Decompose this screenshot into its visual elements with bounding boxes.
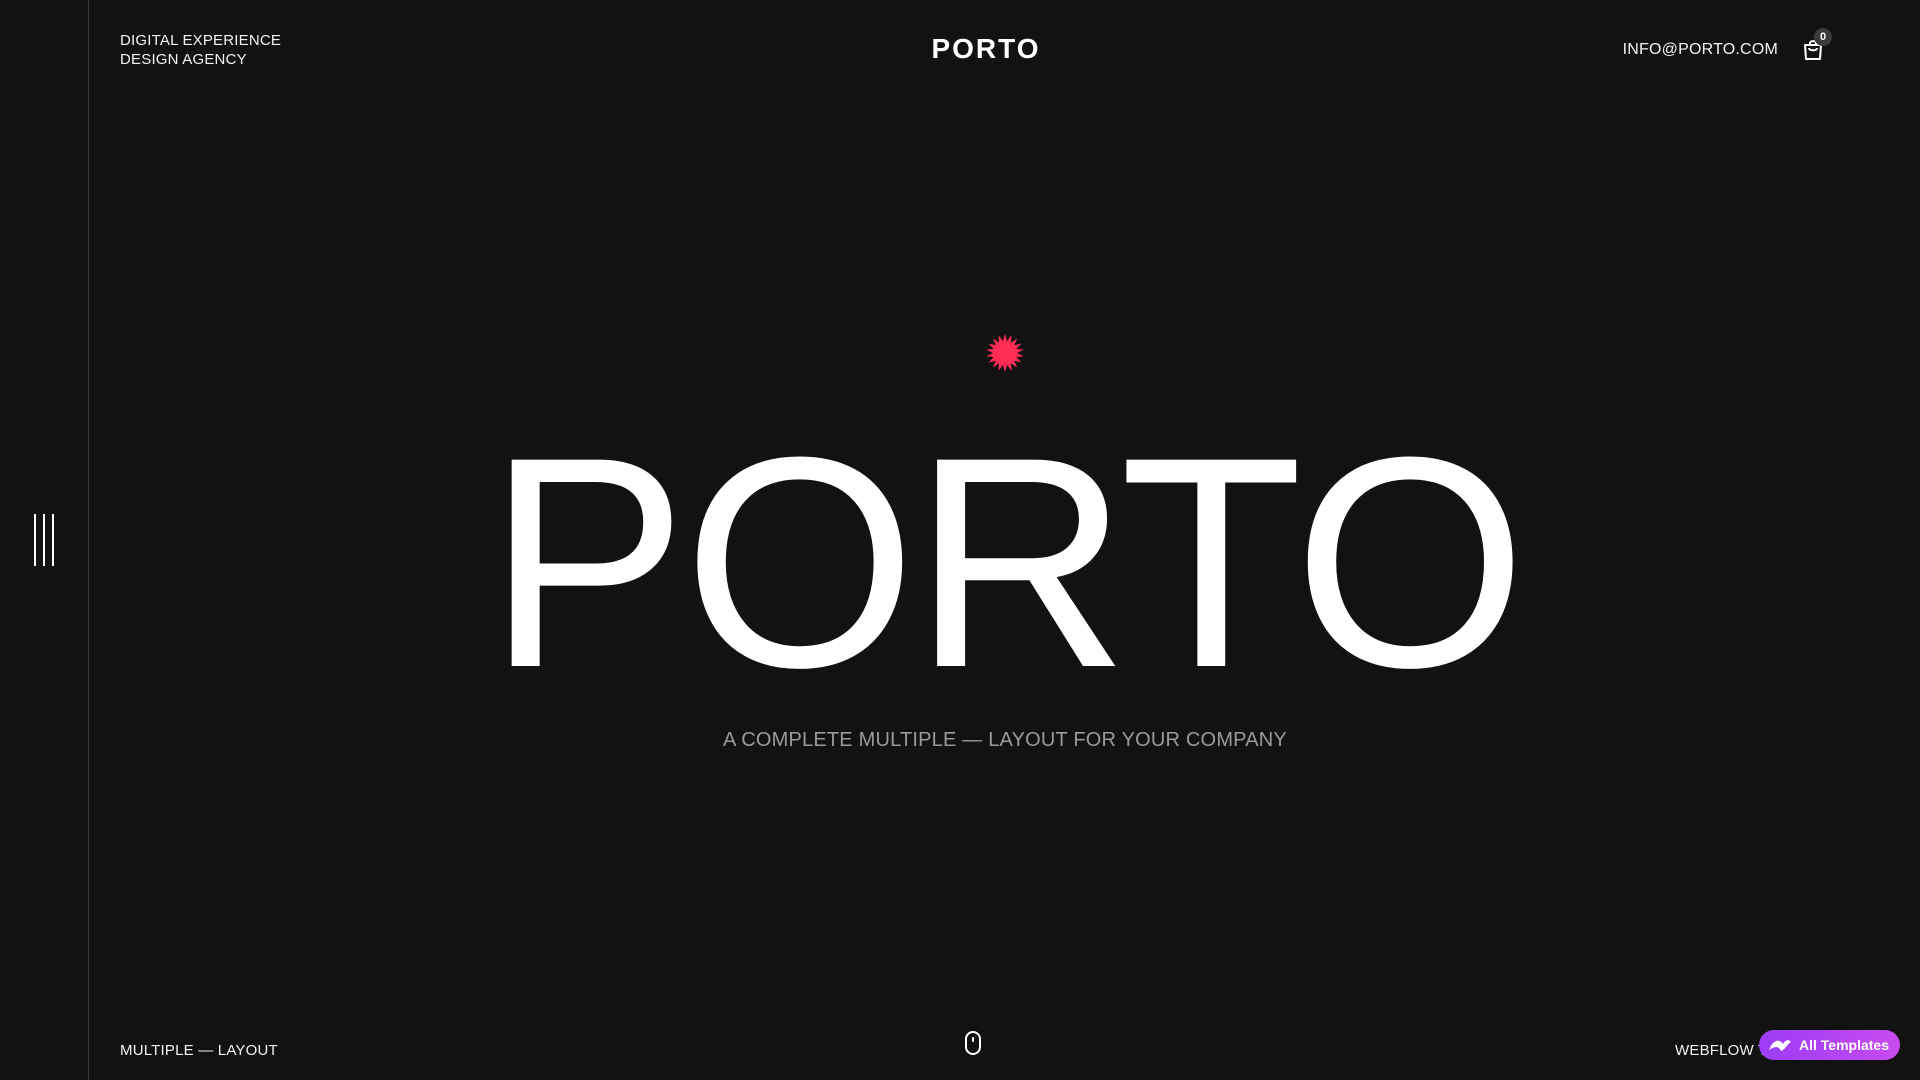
footer-right-label[interactable]: WEBFLOW T <box>1675 1042 1767 1059</box>
cart-count-badge: 0 <box>1814 28 1832 46</box>
templates-logo-icon <box>1769 1040 1791 1051</box>
page: DIGITAL EXPERIENCE DESIGN AGENCY PORTO I… <box>0 0 1920 1080</box>
all-templates-button[interactable]: All Templates <box>1759 1030 1900 1060</box>
mouse-scroll-icon[interactable] <box>965 1031 981 1055</box>
hero-title: PORTO <box>487 394 1527 730</box>
all-templates-label: All Templates <box>1799 1037 1889 1053</box>
footer-left-label: MULTIPLE — LAYOUT <box>120 1042 278 1059</box>
starburst-icon <box>985 333 1025 373</box>
hero-subtitle: A COMPLETE MULTIPLE — LAYOUT FOR YOUR CO… <box>723 729 1287 751</box>
email-link[interactable]: INFO@PORTO.COM <box>1623 41 1778 59</box>
